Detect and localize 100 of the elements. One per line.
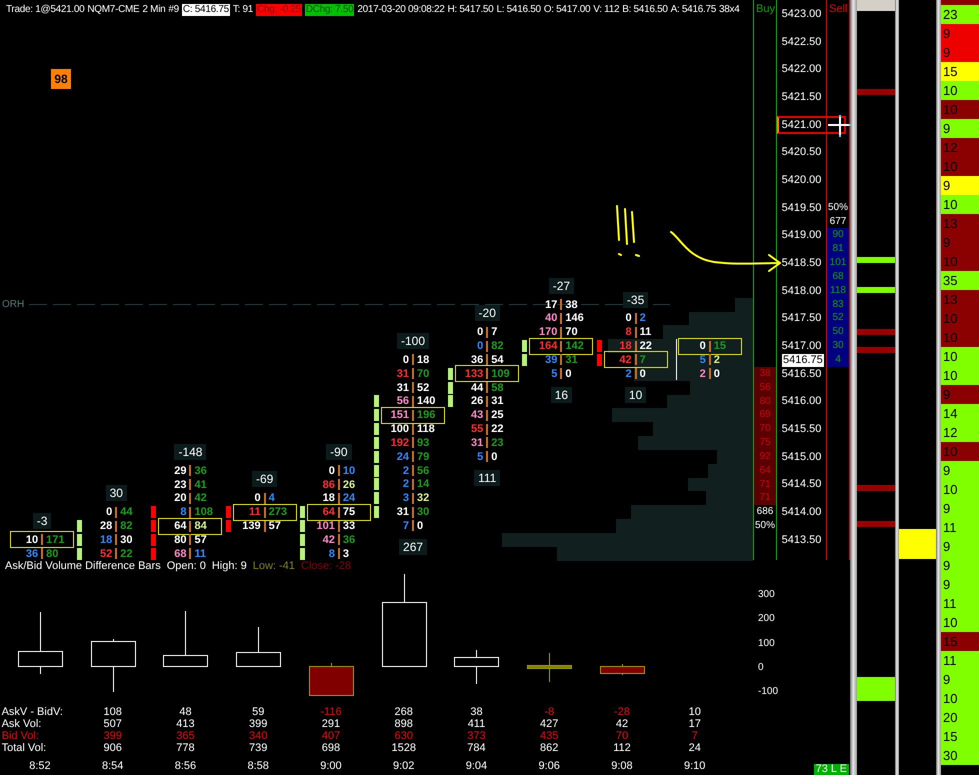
tape-cell: 13 bbox=[941, 214, 979, 233]
tape-cell: 15 bbox=[941, 62, 979, 81]
tape-cell: 11 bbox=[941, 594, 979, 613]
stat-value: 413 bbox=[176, 718, 195, 730]
exclamation-marks-icon bbox=[616, 205, 640, 257]
ask-volume: 70 bbox=[417, 368, 430, 380]
buy-volume: 69 bbox=[759, 408, 771, 422]
buy-column-label: Buy bbox=[756, 3, 775, 16]
tape-cell: 10 bbox=[941, 328, 979, 347]
sell-volume: 118 bbox=[830, 284, 846, 298]
stat-row-label: Total Vol: bbox=[2, 742, 46, 754]
buy-volume: 71 bbox=[759, 478, 771, 492]
ask-volume: 84 bbox=[194, 520, 207, 532]
stat-value: 268 bbox=[394, 706, 413, 718]
stat-value: 399 bbox=[104, 730, 122, 742]
ask-volume: 36 bbox=[342, 534, 356, 546]
buy-volume: 38 bbox=[759, 366, 771, 381]
bid-volume: 31 bbox=[396, 506, 410, 518]
stat-value: 739 bbox=[249, 742, 268, 754]
tape-cell: 10 bbox=[941, 480, 979, 499]
bid-volume: 0 bbox=[328, 464, 335, 477]
buy-volume: 80 bbox=[759, 394, 771, 408]
price-label: 5419.00 bbox=[782, 229, 822, 242]
stat-value: 862 bbox=[540, 742, 558, 754]
tape-cell: 9 bbox=[941, 537, 979, 556]
tape-cell: 30 bbox=[941, 746, 979, 765]
bid-volume: 133 bbox=[464, 368, 484, 380]
ask-volume: 56 bbox=[417, 464, 430, 477]
indicator-value: Close: -28 bbox=[300, 560, 352, 572]
tape-cell: 9 bbox=[941, 556, 979, 575]
stat-value: 7 bbox=[692, 730, 698, 742]
signal-bar bbox=[857, 257, 895, 263]
tape-cell: 15 bbox=[941, 727, 979, 746]
indicator-value: Low: -41 bbox=[252, 560, 295, 572]
volume-total-label: 16 bbox=[550, 386, 572, 403]
header-text: 2017-03-20 09:08:22 bbox=[357, 4, 445, 16]
sell-volume: 101 bbox=[830, 256, 846, 270]
stat-value: 340 bbox=[249, 730, 268, 742]
ask-volume: 142 bbox=[565, 340, 584, 352]
signal-bar bbox=[857, 347, 895, 353]
bid-volume: 42 bbox=[619, 354, 632, 366]
crosshair-cursor-icon bbox=[828, 115, 851, 137]
ask-volume: 109 bbox=[491, 368, 510, 380]
tape-cell: 9 bbox=[941, 24, 979, 43]
delta-label: -3 bbox=[32, 513, 52, 529]
stat-value: 108 bbox=[104, 706, 122, 718]
price-label: 5419.50 bbox=[782, 202, 822, 214]
ask-volume: 4 bbox=[268, 492, 275, 504]
axis-tick-label: 200 bbox=[758, 613, 775, 626]
price-label: 5415.50 bbox=[782, 423, 822, 436]
price-label: 5415.00 bbox=[782, 450, 822, 463]
tape-cell: 10 bbox=[941, 100, 979, 119]
indicator-title: Ask/Bid Volume Difference Bars bbox=[5, 560, 161, 572]
current-price-label: 5416.75 bbox=[782, 354, 824, 367]
reference-line-label: ORH bbox=[2, 299, 24, 310]
indicator-value: High: 9 bbox=[212, 560, 247, 572]
stat-value: 411 bbox=[468, 718, 486, 730]
price-label: 5416.50 bbox=[782, 368, 822, 380]
tape-cell: 10 bbox=[941, 366, 979, 385]
bid-volume: 56 bbox=[396, 395, 410, 408]
stat-value: 10 bbox=[688, 706, 701, 718]
tape-cell: 10 bbox=[941, 81, 979, 100]
axis-tick-label: 300 bbox=[758, 589, 775, 601]
signal-bar bbox=[857, 677, 895, 701]
header-text: #9 bbox=[168, 4, 179, 16]
tape-cell: 13 bbox=[941, 290, 979, 309]
bid-volume: 11 bbox=[249, 506, 261, 518]
ask-volume: 11 bbox=[194, 548, 206, 560]
bid-volume: 43 bbox=[470, 409, 484, 422]
bid-volume: 52 bbox=[100, 548, 112, 560]
stat-value: 70 bbox=[616, 730, 628, 742]
stat-value: 291 bbox=[322, 718, 340, 730]
ask-volume: 10 bbox=[342, 464, 356, 477]
bid-volume: 20 bbox=[174, 492, 186, 504]
ask-volume: 25 bbox=[491, 409, 504, 422]
tape-cell: 10 bbox=[941, 252, 979, 271]
stat-value: 630 bbox=[394, 730, 413, 742]
bid-volume: 0 bbox=[625, 312, 632, 324]
time-label: 8:54 bbox=[102, 760, 124, 772]
price-label: 5420.00 bbox=[782, 174, 822, 186]
bid-volume: 0 bbox=[106, 506, 112, 518]
header-text: NQM7-CME bbox=[87, 4, 140, 16]
bid-volume: 3 bbox=[402, 492, 410, 504]
volume-total-label: 111 bbox=[474, 470, 500, 486]
time-label: 8:56 bbox=[174, 760, 196, 772]
time-label: 8:52 bbox=[29, 760, 51, 772]
tape-cell: 12 bbox=[941, 423, 979, 442]
stat-value: 112 bbox=[613, 742, 631, 754]
time-label: 9:00 bbox=[320, 760, 342, 772]
ask-volume: 108 bbox=[194, 506, 213, 518]
sell-volume: 4 bbox=[835, 352, 841, 367]
price-label: 5417.00 bbox=[782, 340, 822, 352]
sell-column-label: Sell bbox=[829, 3, 848, 16]
ask-volume: 3 bbox=[342, 548, 349, 560]
tape-cell: 10 bbox=[941, 309, 979, 328]
stat-value: 42 bbox=[616, 718, 628, 730]
header-text: T: 91 bbox=[232, 4, 254, 16]
bid-volume: 0 bbox=[402, 354, 410, 366]
ask-volume: 146 bbox=[565, 312, 584, 324]
bid-volume: 26 bbox=[470, 395, 484, 408]
